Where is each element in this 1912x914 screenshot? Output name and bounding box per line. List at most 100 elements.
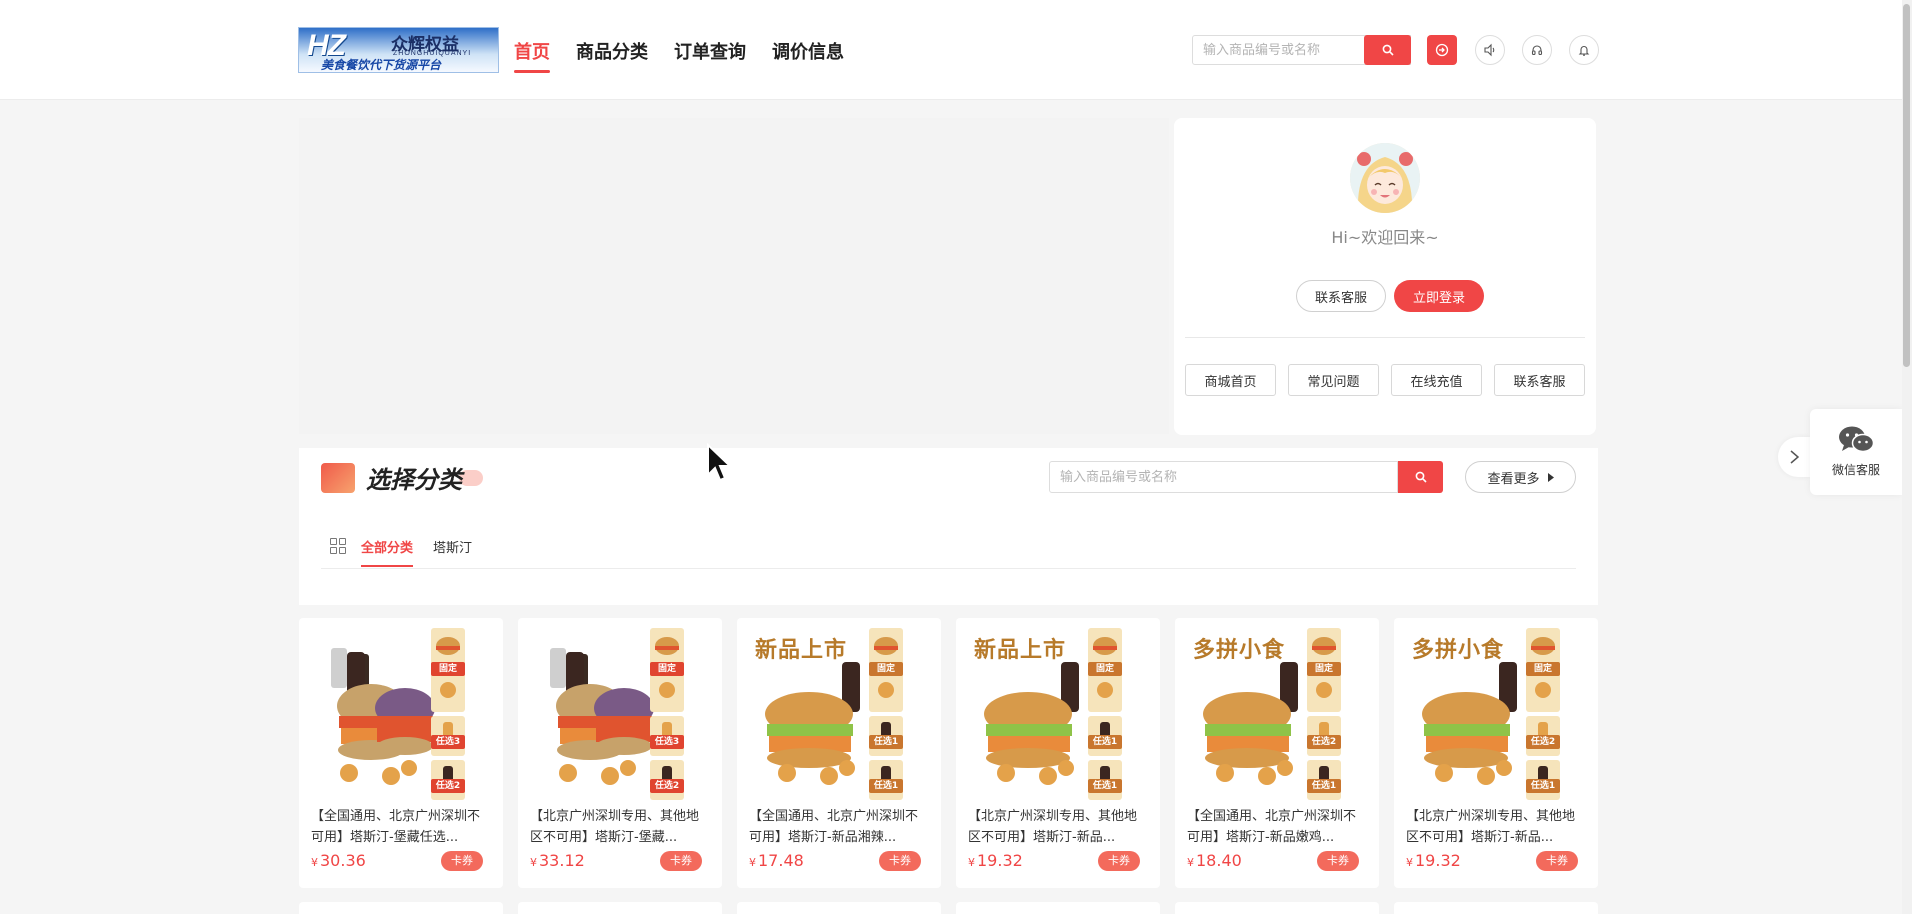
product-name[interactable]: 【全国通用、北京广州深圳不可用】塔斯汀-新品湘辣... [749, 806, 929, 848]
nav-order-query[interactable]: 订单查询 [674, 38, 746, 74]
product-badge: 固定 [1307, 662, 1341, 676]
tab-all-categories[interactable]: 全部分类 [361, 537, 414, 569]
product-type-badge: 卡券 [660, 851, 702, 871]
view-more-button[interactable]: 查看更多 [1465, 461, 1576, 493]
nav-home[interactable]: 首页 [514, 38, 550, 74]
product-type-badge: 卡券 [879, 851, 921, 871]
product-card[interactable]: 多拼小食 固定 任选2 任选1 【北京广州深圳专用、其他地区不可用】塔斯汀-新品... ¥… [1394, 618, 1598, 888]
support-button[interactable] [1522, 35, 1552, 65]
wechat-service-label: 微信客服 [1831, 463, 1880, 477]
nav-price-info[interactable]: 调价信息 [772, 38, 844, 74]
logout-button[interactable] [1427, 35, 1457, 65]
header-search-button[interactable] [1364, 35, 1411, 65]
product-badge: 固定 [869, 662, 903, 676]
product-card[interactable]: 多拼小食 固定 任选2 任选1 【全国通用、北京广州深圳不可用】塔斯汀-新品嫩鸡... ¥… [1175, 618, 1379, 888]
currency-symbol: ¥ [1406, 856, 1413, 869]
volume-icon [1484, 43, 1495, 57]
product-badge: 任选1 [1088, 735, 1122, 749]
quick-link-contact[interactable]: 联系客服 [1494, 364, 1585, 396]
logout-icon [1435, 43, 1449, 57]
product-price: ¥19.32 [968, 851, 1023, 870]
product-name[interactable]: 【北京广州深圳专用、其他地区不可用】塔斯汀-新品... [1406, 806, 1586, 848]
currency-symbol: ¥ [530, 856, 537, 869]
product-badge: 固定 [650, 662, 684, 676]
scrollbar-thumb[interactable] [1903, 4, 1910, 367]
quick-link-mall-home[interactable]: 商城首页 [1185, 364, 1276, 396]
product-badge: 任选3 [650, 735, 684, 749]
caret-right-icon [1547, 472, 1554, 482]
category-title: 选择分类 [366, 466, 462, 494]
product-card[interactable]: 新品上市 固定 任选1 任选1 【全国通用、北京广州深圳不可用】塔斯汀-新品湘辣... ¥… [737, 618, 941, 888]
product-price: ¥33.12 [530, 851, 585, 870]
product-price: ¥30.36 [311, 851, 366, 870]
product-name[interactable]: 【北京广州深圳专用、其他地区不可用】塔斯汀-新品... [968, 806, 1148, 848]
side-panel-toggle[interactable] [1778, 437, 1810, 477]
product-image[interactable] [309, 628, 493, 800]
product-badge: 固定 [431, 662, 465, 676]
product-card[interactable]: 新品上市 固定 任选1 任选1 【北京广州深圳专用、其他地区不可用】塔斯汀-新品... ¥… [956, 618, 1160, 888]
product-badge: 任选2 [1526, 735, 1560, 749]
divider [1185, 337, 1585, 338]
product-card[interactable] [737, 902, 941, 914]
currency-symbol: ¥ [1187, 856, 1194, 869]
product-image-banner: 多拼小食 [1412, 637, 1505, 663]
product-badge: 任选2 [431, 779, 465, 793]
category-search-input[interactable] [1049, 461, 1398, 493]
product-card[interactable] [1394, 902, 1598, 914]
notification-button[interactable] [1569, 35, 1599, 65]
product-name[interactable]: 【北京广州深圳专用、其他地区不可用】塔斯汀-堡藏... [530, 806, 710, 848]
product-badge: 任选1 [869, 779, 903, 793]
product-image-banner: 新品上市 [974, 637, 1067, 663]
product-badge: 任选2 [1307, 735, 1341, 749]
avatar[interactable] [1350, 143, 1420, 213]
product-badge: 任选2 [650, 779, 684, 793]
product-card[interactable] [299, 902, 503, 914]
wechat-service-button[interactable]: 微信客服 [1810, 409, 1902, 495]
price-value: 19.32 [977, 851, 1023, 870]
product-card[interactable]: 固定任选3 任选2 【全国通用、北京广州深圳不可用】塔斯汀-堡藏任选... ¥30.3… [299, 618, 503, 888]
product-card[interactable]: 固定任选3 任选2 【北京广州深圳专用、其他地区不可用】塔斯汀-堡藏... ¥33.1… [518, 618, 722, 888]
announcement-button[interactable] [1475, 35, 1505, 65]
product-card[interactable] [518, 902, 722, 914]
user-card: Hi~欢迎回来~ 联系客服 立即登录 商城首页 常见问题 在线充值 联系客服 [1174, 118, 1596, 435]
product-type-badge: 卡券 [441, 851, 483, 871]
category-title-icon [321, 463, 355, 493]
price-value: 19.32 [1415, 851, 1461, 870]
headset-icon [1531, 45, 1543, 56]
quick-link-faq[interactable]: 常见问题 [1288, 364, 1379, 396]
product-name[interactable]: 【全国通用、北京广州深圳不可用】塔斯汀-新品嫩鸡... [1187, 806, 1367, 848]
product-type-badge: 卡券 [1536, 851, 1578, 871]
site-logo[interactable]: HZ 众辉权益 ZHONGHUIQUANYI 美食餐饮代下货源平台 [298, 27, 499, 73]
price-value: 33.12 [539, 851, 585, 870]
price-value: 18.40 [1196, 851, 1242, 870]
category-title-decoration [459, 470, 483, 486]
tab-tastien[interactable]: 塔斯汀 [433, 537, 472, 569]
product-card[interactable] [1175, 902, 1379, 914]
currency-symbol: ¥ [311, 856, 318, 869]
product-card[interactable] [956, 902, 1160, 914]
product-name[interactable]: 【全国通用、北京广州深圳不可用】塔斯汀-堡藏任选... [311, 806, 491, 848]
price-value: 17.48 [758, 851, 804, 870]
product-type-badge: 卡券 [1317, 851, 1359, 871]
product-price: ¥19.32 [1406, 851, 1461, 870]
product-price: ¥18.40 [1187, 851, 1242, 870]
search-icon [1415, 471, 1427, 483]
tab-divider [321, 568, 1576, 569]
product-image[interactable] [528, 628, 712, 800]
bell-icon [1578, 46, 1590, 56]
quick-link-recharge[interactable]: 在线充值 [1391, 364, 1482, 396]
product-price: ¥17.48 [749, 851, 804, 870]
currency-symbol: ¥ [968, 856, 975, 869]
top-header: HZ 众辉权益 ZHONGHUIQUANYI 美食餐饮代下货源平台 首页 商品分… [0, 0, 1902, 100]
nav-categories[interactable]: 商品分类 [576, 38, 648, 74]
search-icon [1382, 44, 1394, 56]
login-button[interactable]: 立即登录 [1394, 280, 1484, 312]
product-badge: 任选3 [431, 735, 465, 749]
category-panel: 选择分类 查看更多 全部分类 塔斯汀 [299, 448, 1598, 605]
product-badge: 任选1 [1088, 779, 1122, 793]
contact-service-button[interactable]: 联系客服 [1296, 280, 1386, 312]
product-badge: 任选1 [1307, 779, 1341, 793]
banner-carousel[interactable] [299, 118, 1169, 434]
product-badge: 固定 [1526, 662, 1560, 676]
category-search-button[interactable] [1398, 461, 1443, 493]
